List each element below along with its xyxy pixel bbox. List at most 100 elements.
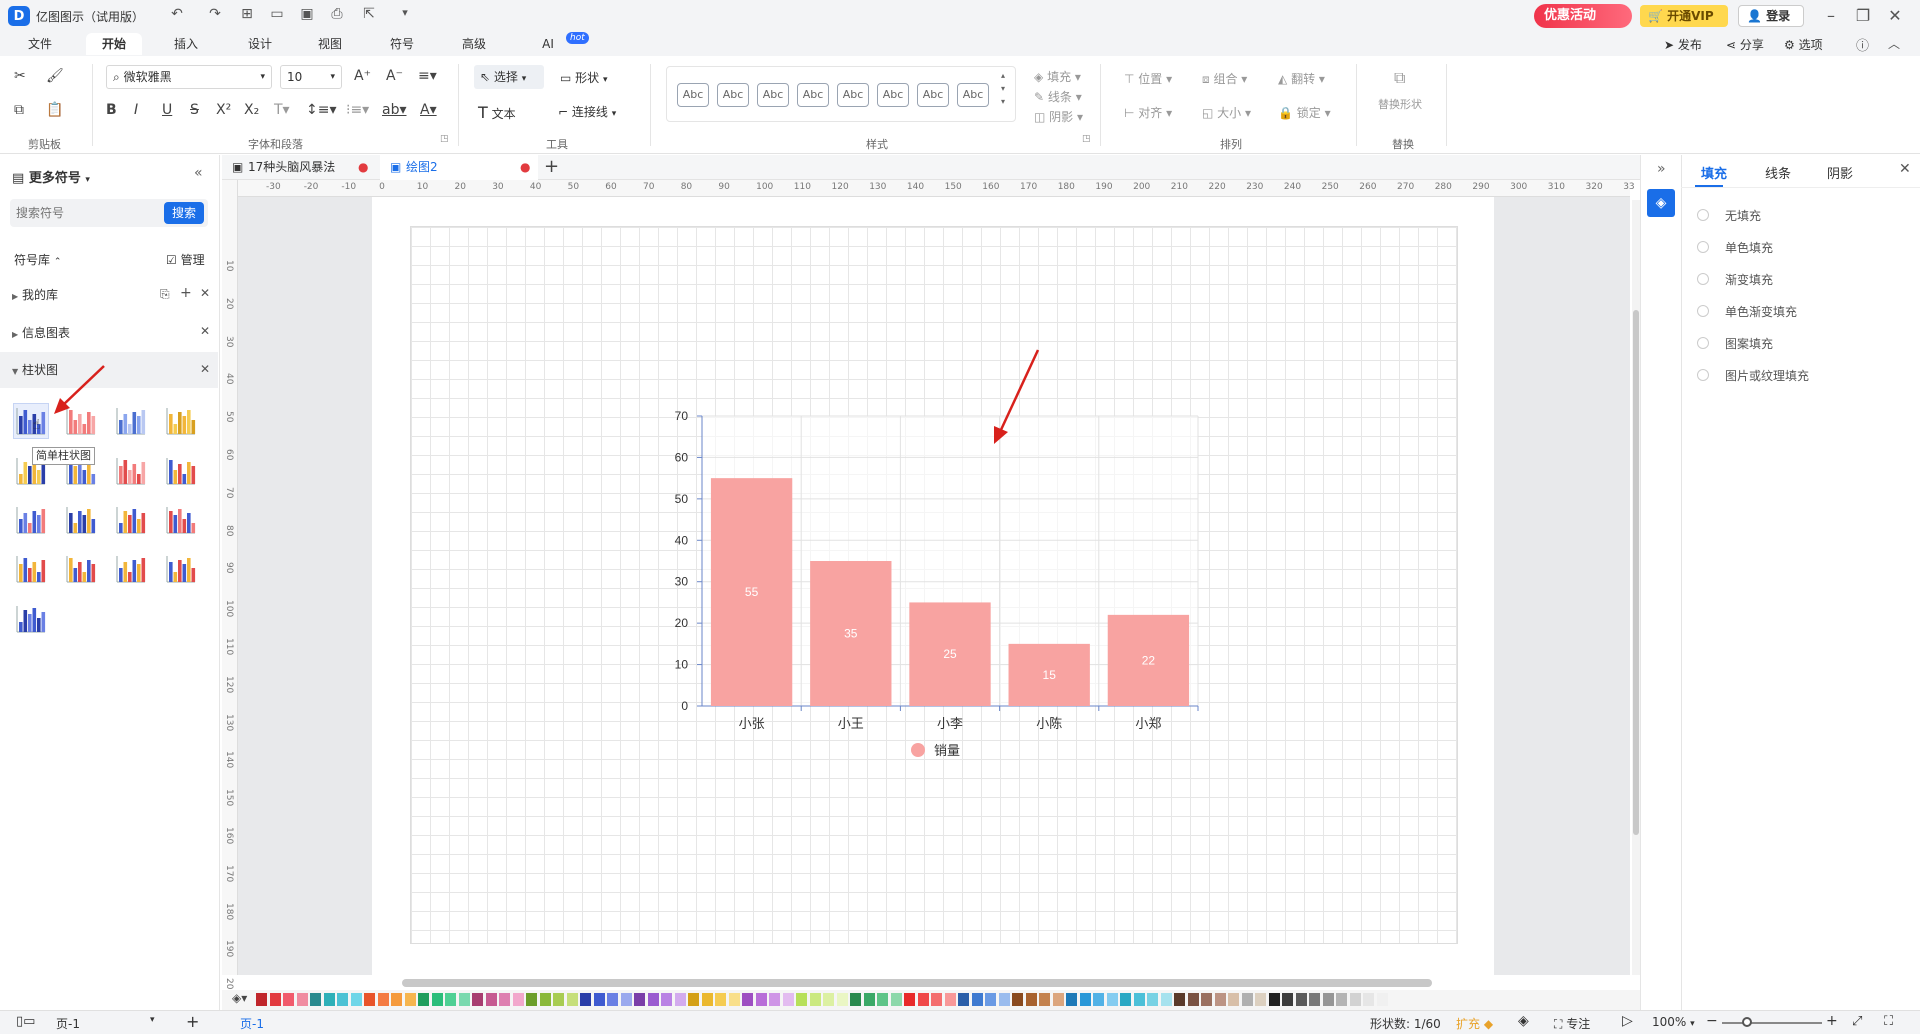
style-sample[interactable]: Abc	[717, 83, 749, 107]
color-swatch[interactable]	[1147, 993, 1158, 1006]
color-swatch[interactable]	[769, 993, 780, 1006]
color-swatch[interactable]	[1295, 993, 1307, 1006]
group-button[interactable]: ⧈ 组合 ▾	[1202, 70, 1247, 87]
flip-button[interactable]: ◭ 翻转 ▾	[1278, 70, 1325, 87]
color-swatch[interactable]	[634, 993, 645, 1006]
vip-button[interactable]: 🛒 开通VIP	[1640, 5, 1728, 27]
color-swatch[interactable]	[850, 993, 861, 1006]
color-swatch[interactable]	[823, 993, 834, 1006]
color-swatch[interactable]	[539, 993, 551, 1006]
save-icon[interactable]: ▣	[296, 6, 318, 22]
tab-advanced[interactable]: 高级	[446, 33, 502, 55]
login-button[interactable]: 👤 登录	[1738, 5, 1804, 27]
fill-option-label[interactable]: 图案填充	[1725, 335, 1773, 352]
bar-chart-thumbnail[interactable]	[64, 404, 98, 438]
style-sample[interactable]: Abc	[957, 83, 989, 107]
color-swatch[interactable]	[728, 993, 740, 1006]
color-swatch[interactable]	[391, 993, 402, 1006]
tab-home[interactable]: 开始	[86, 33, 142, 55]
color-swatch[interactable]	[269, 993, 281, 1006]
superscript-icon[interactable]: X²	[216, 102, 231, 118]
color-swatch[interactable]	[674, 993, 686, 1006]
style-sample[interactable]: Abc	[797, 83, 829, 107]
expand-panel-icon[interactable]: »	[1657, 161, 1666, 177]
color-swatch[interactable]	[647, 993, 659, 1006]
bar-chart-thumbnail[interactable]	[64, 552, 98, 586]
fill-bucket-icon[interactable]: ◈▾	[232, 991, 247, 1005]
zoom-in-icon[interactable]: +	[1826, 1013, 1838, 1029]
color-swatch[interactable]	[890, 993, 902, 1006]
color-swatch[interactable]	[985, 993, 996, 1006]
color-swatch[interactable]	[701, 993, 713, 1006]
color-swatch[interactable]	[553, 993, 564, 1006]
color-swatch[interactable]	[1201, 993, 1212, 1006]
underline-icon[interactable]: U	[162, 102, 172, 118]
doc-tab-drawing2[interactable]: ▣ 绘图2 ●	[380, 155, 538, 180]
doc-tab-brainstorm[interactable]: ▣ 17种头脑风暴法 ●	[222, 155, 372, 180]
color-swatch[interactable]	[593, 993, 605, 1006]
expand-link[interactable]: 扩充 ◆	[1456, 1015, 1493, 1032]
color-swatch[interactable]	[431, 993, 443, 1006]
bar-chart-thumbnail[interactable]	[14, 552, 48, 586]
undo-icon[interactable]: ↶	[166, 6, 188, 22]
replace-shape-icon[interactable]: ⧉	[1394, 68, 1405, 88]
color-swatch[interactable]	[1012, 993, 1023, 1006]
color-swatch[interactable]	[1052, 993, 1064, 1006]
fill-option-label[interactable]: 无填充	[1725, 207, 1761, 224]
export-icon[interactable]: ⇱	[358, 6, 380, 22]
page-tab[interactable]: 页-1	[240, 1015, 264, 1032]
bar-chart-thumbnail[interactable]	[164, 454, 198, 488]
decrease-font-icon[interactable]: A⁻	[386, 68, 403, 84]
color-swatch[interactable]	[566, 993, 578, 1006]
collapse-ribbon-icon[interactable]: ︿	[1888, 35, 1900, 52]
color-swatch[interactable]	[283, 993, 294, 1006]
add-icon[interactable]: +	[180, 285, 192, 301]
fill-option-label[interactable]: 单色填充	[1725, 239, 1773, 256]
share-button[interactable]: ⋖ 分享	[1726, 36, 1764, 53]
color-swatch[interactable]	[418, 993, 429, 1006]
zoom-out-icon[interactable]: −	[1706, 1013, 1718, 1029]
color-swatch[interactable]	[1120, 993, 1131, 1006]
dialog-launcher-icon[interactable]: ◳	[440, 134, 449, 144]
fill-option-radio[interactable]	[1697, 369, 1709, 381]
fullscreen-icon[interactable]: ⛶	[1884, 1014, 1893, 1029]
color-swatch[interactable]	[782, 993, 794, 1006]
color-swatch[interactable]	[404, 993, 416, 1006]
style-sample[interactable]: Abc	[877, 83, 909, 107]
restore-icon[interactable]: ❐	[1848, 4, 1878, 28]
symbol-search-input[interactable]	[16, 203, 166, 223]
library-bar-charts[interactable]: ▼ 柱状图	[0, 352, 218, 388]
bar-chart-thumbnail[interactable]	[114, 454, 148, 488]
line-spacing-icon[interactable]: ↕≡▾	[306, 102, 337, 118]
open-folder-icon[interactable]: ▭	[266, 6, 288, 22]
color-swatch[interactable]	[310, 993, 321, 1006]
bar-chart-thumbnail[interactable]	[114, 552, 148, 586]
more-symbols-button[interactable]: ▤ 更多符号 ▾	[12, 167, 90, 186]
color-swatch[interactable]	[337, 993, 348, 1006]
text-tool-button[interactable]: T 文本	[478, 103, 516, 122]
fill-panel-icon[interactable]: ◈	[1647, 189, 1675, 217]
search-button[interactable]: 搜索	[164, 202, 204, 224]
tab-design[interactable]: 设计	[232, 33, 288, 55]
fill-option-label[interactable]: 图片或纹理填充	[1725, 367, 1809, 384]
color-swatch[interactable]	[688, 993, 699, 1006]
style-sample[interactable]: Abc	[677, 83, 709, 107]
color-swatch[interactable]	[1255, 993, 1266, 1006]
color-swatch[interactable]	[607, 993, 618, 1006]
close-window-icon[interactable]: ✕	[1880, 4, 1910, 28]
copy-icon[interactable]: ⧉	[14, 102, 24, 118]
color-swatch[interactable]	[620, 993, 632, 1006]
color-swatch[interactable]	[944, 993, 956, 1006]
align-button[interactable]: ⊢ 对齐 ▾	[1124, 104, 1172, 121]
color-swatch[interactable]	[1376, 993, 1388, 1006]
fill-option-radio[interactable]	[1697, 209, 1709, 221]
color-swatch[interactable]	[809, 993, 821, 1006]
tab-line[interactable]: 线条	[1765, 163, 1791, 182]
color-swatch[interactable]	[715, 993, 726, 1006]
color-swatch[interactable]	[1363, 993, 1374, 1006]
tab-view[interactable]: 视图	[302, 33, 358, 55]
new-file-icon[interactable]: ⊞	[236, 6, 258, 22]
color-swatch[interactable]	[998, 993, 1010, 1006]
tab-insert[interactable]: 插入	[158, 33, 214, 55]
color-swatch[interactable]	[742, 993, 753, 1006]
